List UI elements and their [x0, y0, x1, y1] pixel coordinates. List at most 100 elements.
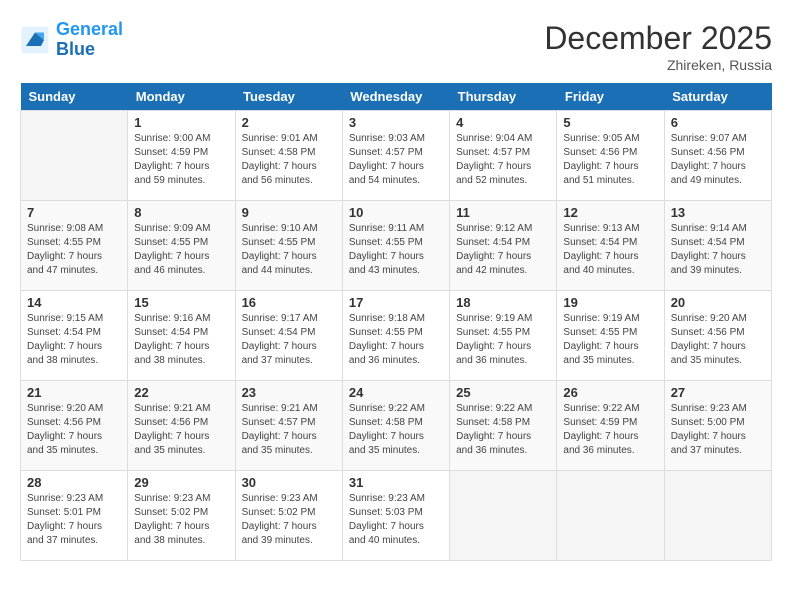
month-title: December 2025: [544, 20, 772, 57]
day-number: 2: [242, 115, 336, 130]
calendar-cell: 5 Sunrise: 9:05 AMSunset: 4:56 PMDaylight…: [557, 111, 664, 201]
calendar-cell: 24 Sunrise: 9:22 AMSunset: 4:58 PMDayligh…: [342, 381, 449, 471]
day-number: 14: [27, 295, 121, 310]
cell-info: Sunrise: 9:10 AMSunset: 4:55 PMDaylight:…: [242, 222, 336, 278]
calendar-cell: 25Sunrise: 9:22 AMSunset: 4:58 PMDayligh…: [450, 381, 557, 471]
day-number: 17: [349, 295, 443, 310]
cell-info: Sunrise: 9:00 AMSunset: 4:59 PMDaylight:…: [134, 132, 228, 188]
cell-info: Sunrise: 9:23 AMSunset: 5:02 PMDaylight:…: [134, 492, 228, 548]
calendar-table: Sunday Monday Tuesday Wednesday Thursday…: [20, 83, 772, 561]
day-number: 13: [671, 205, 765, 220]
cell-info: Sunrise: 9:23 AMSunset: 5:01 PMDaylight:…: [27, 492, 121, 548]
calendar-cell: 27 Sunrise: 9:23 AMSunset: 5:00 PMDayligh…: [664, 381, 771, 471]
cell-info: Sunrise: 9:08 AMSunset: 4:55 PMDaylight:…: [27, 222, 121, 278]
day-number: 18: [456, 295, 550, 310]
cell-info: Sunrise: 9:22 AMSunset: 4:59 PMDaylight:…: [563, 402, 657, 458]
cell-info: Sunrise: 9:21 AMSunset: 4:56 PMDaylight:…: [134, 402, 228, 458]
calendar-cell: 23 Sunrise: 9:21 AMSunset: 4:57 PMDayligh…: [235, 381, 342, 471]
header-monday: Monday: [128, 83, 235, 111]
day-number: 15: [134, 295, 228, 310]
day-number: 8: [134, 205, 228, 220]
cell-info: Sunrise: 9:23 AMSunset: 5:03 PMDaylight:…: [349, 492, 443, 548]
cell-info: Sunrise: 9:05 AMSunset: 4:56 PMDaylight:…: [563, 132, 657, 188]
calendar-cell: 11 Sunrise: 9:12 AMSunset: 4:54 PMDayligh…: [450, 201, 557, 291]
day-number: 23: [242, 385, 336, 400]
day-number: 16: [242, 295, 336, 310]
day-number: 9: [242, 205, 336, 220]
day-number: 1: [134, 115, 228, 130]
calendar-cell: 28 Sunrise: 9:23 AMSunset: 5:01 PMDayligh…: [21, 471, 128, 561]
calendar-cell: 7 Sunrise: 9:08 AMSunset: 4:55 PMDaylight…: [21, 201, 128, 291]
calendar-cell: 1 Sunrise: 9:00 AMSunset: 4:59 PMDaylight…: [128, 111, 235, 201]
cell-info: Sunrise: 9:03 AMSunset: 4:57 PMDaylight:…: [349, 132, 443, 188]
day-number: 31: [349, 475, 443, 490]
cell-info: Sunrise: 9:21 AMSunset: 4:57 PMDaylight:…: [242, 402, 336, 458]
day-number: 30: [242, 475, 336, 490]
day-number: 24: [349, 385, 443, 400]
cell-info: Sunrise: 9:11 AMSunset: 4:55 PMDaylight:…: [349, 222, 443, 278]
day-number: 27: [671, 385, 765, 400]
day-number: 4: [456, 115, 550, 130]
header-sunday: Sunday: [21, 83, 128, 111]
cell-info: Sunrise: 9:22 AMSunset: 4:58 PMDaylight:…: [349, 402, 443, 458]
cell-info: Sunrise: 9:17 AMSunset: 4:54 PMDaylight:…: [242, 312, 336, 368]
calendar-cell: 14 Sunrise: 9:15 AMSunset: 4:54 PMDayligh…: [21, 291, 128, 381]
cell-info: Sunrise: 9:04 AMSunset: 4:57 PMDaylight:…: [456, 132, 550, 188]
day-number: 5: [563, 115, 657, 130]
calendar-cell: [21, 111, 128, 201]
calendar-cell: [557, 471, 664, 561]
cell-info: Sunrise: 9:15 AMSunset: 4:54 PMDaylight:…: [27, 312, 121, 368]
header-thursday: Thursday: [450, 83, 557, 111]
header-friday: Friday: [557, 83, 664, 111]
cell-info: Sunrise: 9:23 AMSunset: 5:02 PMDaylight:…: [242, 492, 336, 548]
logo-icon: [20, 25, 50, 55]
location: Zhireken, Russia: [544, 57, 772, 73]
day-number: 22: [134, 385, 228, 400]
calendar-cell: 3 Sunrise: 9:03 AMSunset: 4:57 PMDaylight…: [342, 111, 449, 201]
cell-info: Sunrise: 9:07 AMSunset: 4:56 PMDaylight:…: [671, 132, 765, 188]
calendar-cell: 30 Sunrise: 9:23 AMSunset: 5:02 PMDayligh…: [235, 471, 342, 561]
header-wednesday: Wednesday: [342, 83, 449, 111]
calendar-cell: 20 Sunrise: 9:20 AMSunset: 4:56 PMDayligh…: [664, 291, 771, 381]
day-number: 19: [563, 295, 657, 310]
calendar-cell: 10 Sunrise: 9:11 AMSunset: 4:55 PMDayligh…: [342, 201, 449, 291]
logo-line2: Blue: [56, 39, 95, 59]
calendar-cell: [450, 471, 557, 561]
cell-info: Sunrise: 9:16 AMSunset: 4:54 PMDaylight:…: [134, 312, 228, 368]
header-saturday: Saturday: [664, 83, 771, 111]
calendar-cell: 13 Sunrise: 9:14 AMSunset: 4:54 PMDayligh…: [664, 201, 771, 291]
calendar-cell: 8 Sunrise: 9:09 AMSunset: 4:55 PMDaylight…: [128, 201, 235, 291]
cell-info: Sunrise: 9:12 AMSunset: 4:54 PMDaylight:…: [456, 222, 550, 278]
day-number: 25: [456, 385, 550, 400]
day-number: 28: [27, 475, 121, 490]
calendar-cell: 9 Sunrise: 9:10 AMSunset: 4:55 PMDaylight…: [235, 201, 342, 291]
cell-info: Sunrise: 9:14 AMSunset: 4:54 PMDaylight:…: [671, 222, 765, 278]
calendar-week-3: 21 Sunrise: 9:20 AMSunset: 4:56 PMDayligh…: [21, 381, 772, 471]
day-number: 29: [134, 475, 228, 490]
day-number: 7: [27, 205, 121, 220]
cell-info: Sunrise: 9:18 AMSunset: 4:55 PMDaylight:…: [349, 312, 443, 368]
day-number: 21: [27, 385, 121, 400]
calendar-cell: 18Sunrise: 9:19 AMSunset: 4:55 PMDayligh…: [450, 291, 557, 381]
day-number: 10: [349, 205, 443, 220]
calendar-cell: [664, 471, 771, 561]
calendar-cell: 21 Sunrise: 9:20 AMSunset: 4:56 PMDayligh…: [21, 381, 128, 471]
calendar-cell: 4 Sunrise: 9:04 AMSunset: 4:57 PMDaylight…: [450, 111, 557, 201]
cell-info: Sunrise: 9:20 AMSunset: 4:56 PMDaylight:…: [27, 402, 121, 458]
calendar-cell: 16 Sunrise: 9:17 AMSunset: 4:54 PMDayligh…: [235, 291, 342, 381]
cell-info: Sunrise: 9:19 AMSunset: 4:55 PMDaylight:…: [563, 312, 657, 368]
day-number: 20: [671, 295, 765, 310]
calendar-week-2: 14 Sunrise: 9:15 AMSunset: 4:54 PMDayligh…: [21, 291, 772, 381]
calendar-cell: 31 Sunrise: 9:23 AMSunset: 5:03 PMDayligh…: [342, 471, 449, 561]
cell-info: Sunrise: 9:23 AMSunset: 5:00 PMDaylight:…: [671, 402, 765, 458]
day-number: 12: [563, 205, 657, 220]
logo-text: General Blue: [56, 20, 123, 60]
day-number: 3: [349, 115, 443, 130]
calendar-week-4: 28 Sunrise: 9:23 AMSunset: 5:01 PMDayligh…: [21, 471, 772, 561]
header-tuesday: Tuesday: [235, 83, 342, 111]
calendar-cell: 29 Sunrise: 9:23 AMSunset: 5:02 PMDayligh…: [128, 471, 235, 561]
cell-info: Sunrise: 9:20 AMSunset: 4:56 PMDaylight:…: [671, 312, 765, 368]
cell-info: Sunrise: 9:09 AMSunset: 4:55 PMDaylight:…: [134, 222, 228, 278]
day-number: 11: [456, 205, 550, 220]
header-row: Sunday Monday Tuesday Wednesday Thursday…: [21, 83, 772, 111]
